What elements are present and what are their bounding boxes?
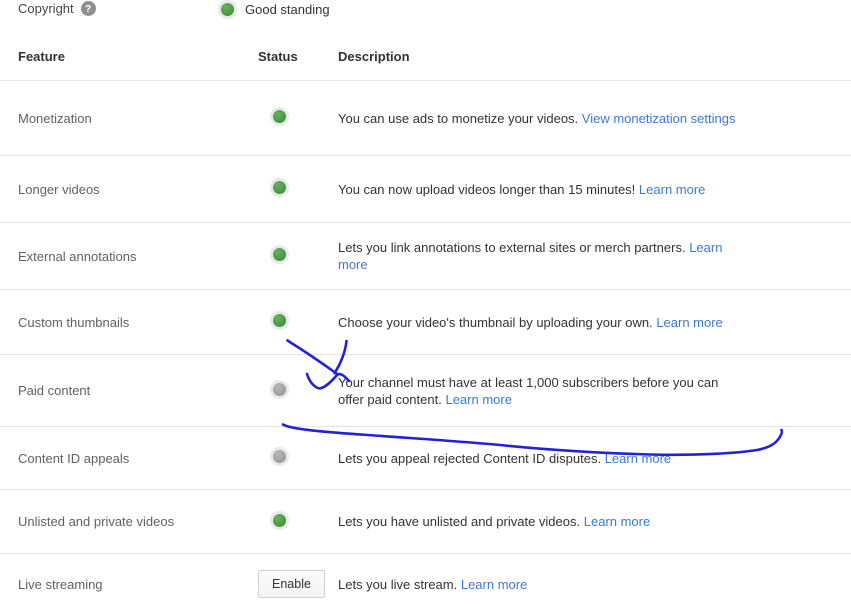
status-cell: [258, 447, 338, 469]
feature-row: Content ID appeals Lets you appeal rejec…: [0, 427, 851, 490]
feature-name: Live streaming: [18, 576, 103, 592]
learn-more-link[interactable]: Learn more: [445, 392, 511, 407]
description-text: Lets you link annotations to external si…: [338, 240, 686, 255]
description-text: You can use ads to monetize your videos.: [338, 110, 579, 126]
feature-row: Unlisted and private videos Lets you hav…: [0, 490, 851, 554]
feature-name: Paid content: [18, 383, 91, 398]
help-icon[interactable]: ?: [80, 1, 96, 16]
feature-name: Longer videos: [18, 181, 100, 197]
feature-name: Content ID appeals: [18, 450, 130, 466]
learn-more-link[interactable]: Learn more: [461, 577, 527, 592]
feature-description: You can use ads to monetize your videos.…: [338, 110, 736, 127]
status-cell: [258, 379, 338, 402]
learn-more-link[interactable]: Learn more: [639, 182, 705, 197]
feature-row: External annotations Lets you link annot…: [0, 223, 851, 290]
description-text: You can now upload videos longer than 15…: [338, 181, 636, 197]
status-enabled-icon: [270, 510, 289, 530]
column-header-description: Description: [338, 49, 410, 64]
good-standing-section: Good standing: [218, 0, 330, 19]
description-text: Lets you appeal rejected Content ID disp…: [338, 450, 602, 466]
description-text: Lets you live stream.: [338, 576, 458, 592]
status-enabled-icon: [270, 178, 289, 197]
status-enabled-icon: [270, 245, 289, 264]
feature-name: Unlisted and private videos: [18, 514, 175, 529]
status-enabled-icon: [270, 107, 289, 126]
feature-row: Monetization You can use ads to monetize…: [0, 81, 851, 156]
good-standing-label: Good standing: [245, 2, 330, 17]
enable-button[interactable]: Enable: [258, 570, 325, 598]
status-cell: [258, 311, 338, 333]
learn-more-link[interactable]: Learn more: [656, 315, 722, 330]
feature-row: Paid content Your channel must have at l…: [0, 355, 851, 427]
copyright-status-bar: Copyright ? Good standing: [0, 0, 851, 30]
status-cell: Enable: [258, 570, 338, 598]
feature-description: Choose your video's thumbnail by uploadi…: [338, 314, 736, 331]
description-text: Your channel must have at least 1,000 su…: [338, 374, 719, 407]
channel-features-page: Copyright ? Good standing Feature Status…: [0, 0, 851, 598]
feature-row: Longer videos You can now upload videos …: [0, 156, 851, 223]
status-cell: [258, 107, 338, 129]
feature-row: Live streaming Enable Lets you live stre…: [0, 554, 851, 614]
status-enabled-icon: [270, 311, 289, 330]
view-monetization-settings-link[interactable]: View monetization settings: [582, 111, 736, 126]
description-text: Choose your video's thumbnail by uploadi…: [338, 314, 653, 330]
column-header-feature: Feature: [18, 49, 65, 64]
status-disabled-icon: [270, 379, 289, 399]
status-cell: [258, 510, 338, 533]
copyright-label: Copyright: [18, 1, 74, 16]
description-text: Lets you have unlisted and private video…: [338, 514, 581, 529]
table-header: Feature Status Description: [0, 30, 851, 81]
feature-name: Custom thumbnails: [18, 314, 130, 330]
feature-description: You can now upload videos longer than 15…: [338, 181, 736, 198]
feature-description: Lets you live stream. Learn more: [338, 576, 736, 593]
status-disabled-icon: [270, 447, 289, 466]
feature-description: Your channel must have at least 1,000 su…: [338, 374, 736, 408]
learn-more-link[interactable]: Learn more: [584, 514, 650, 529]
feature-table-body: Monetization You can use ads to monetize…: [0, 81, 851, 614]
feature-description: Lets you link annotations to external si…: [338, 239, 736, 273]
feature-name: External annotations: [18, 248, 137, 264]
feature-name: Monetization: [18, 110, 92, 126]
feature-description: Lets you appeal rejected Content ID disp…: [338, 450, 736, 467]
status-cell: [258, 178, 338, 200]
feature-description: Lets you have unlisted and private video…: [338, 513, 736, 530]
good-standing-status-icon: [218, 0, 237, 19]
feature-row: Custom thumbnails Choose your video's th…: [0, 290, 851, 355]
learn-more-link[interactable]: Learn more: [605, 451, 671, 466]
copyright-section: Copyright ?: [18, 1, 96, 16]
status-cell: [258, 245, 338, 267]
column-header-status: Status: [258, 49, 298, 64]
